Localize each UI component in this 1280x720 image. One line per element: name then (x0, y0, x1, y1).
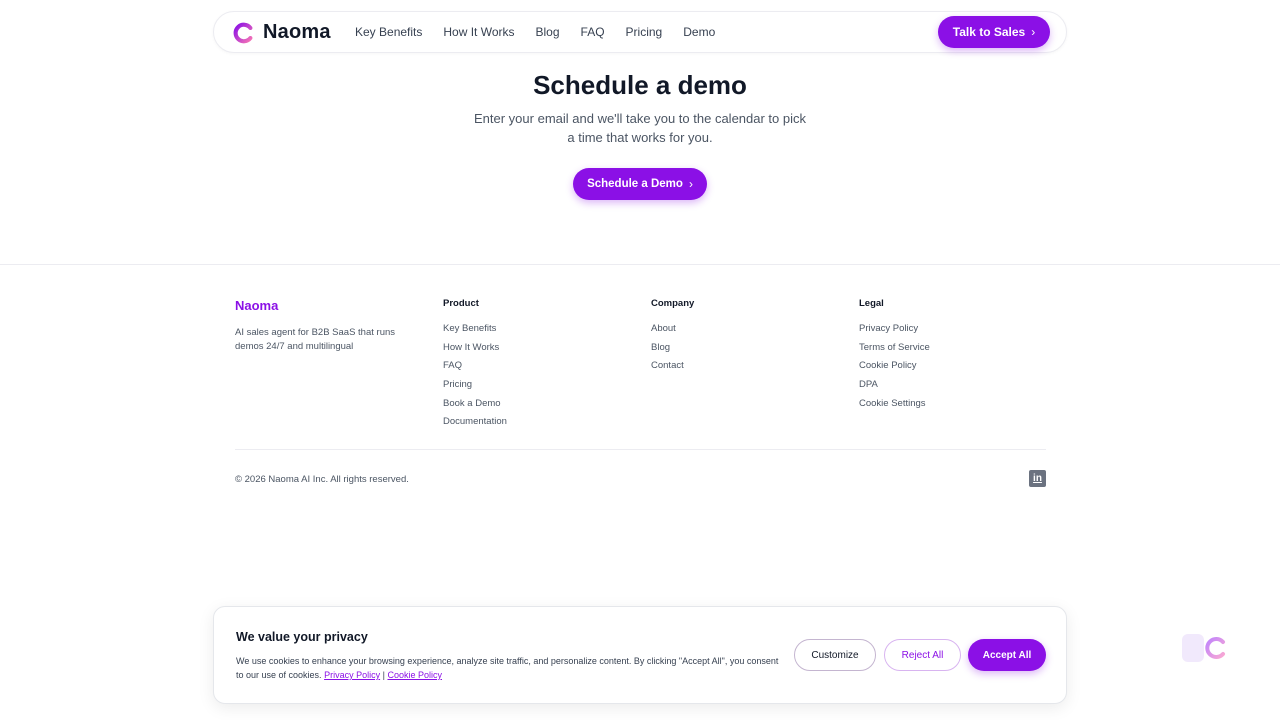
footer-column-product: Product Key Benefits How It Works FAQ Pr… (443, 298, 507, 434)
brand-name: Naoma (263, 21, 331, 43)
nav-key-benefits[interactable]: Key Benefits (355, 25, 422, 39)
linkedin-icon[interactable]: in (1029, 470, 1046, 487)
copyright-text: © 2026 Naoma AI Inc. All rights reserved… (235, 474, 409, 485)
nav-faq[interactable]: FAQ (581, 25, 605, 39)
linkedin-glyph: in (1033, 473, 1042, 484)
footer-link-key-benefits[interactable]: Key Benefits (443, 322, 507, 341)
footer-link-book-demo[interactable]: Book a Demo (443, 397, 507, 416)
chevron-right-icon: › (1031, 25, 1036, 39)
footer-link-pricing[interactable]: Pricing (443, 378, 507, 397)
footer-separator (235, 449, 1046, 450)
customize-button[interactable]: Customize (794, 639, 876, 671)
cookie-banner-text: We use cookies to enhance your browsing … (236, 654, 781, 682)
footer-link-faq[interactable]: FAQ (443, 359, 507, 378)
brand-logo[interactable]: Naoma (233, 21, 331, 44)
link-separator: | (382, 670, 385, 680)
footer-description: AI sales agent for B2B SaaS that runs de… (235, 327, 396, 352)
footer-column-title: Legal (859, 298, 884, 309)
page-title: Schedule a demo (533, 70, 747, 100)
footer-brand: Naoma (235, 298, 279, 313)
footer-link-privacy-policy[interactable]: Privacy Policy (859, 322, 930, 341)
footer-link-cookie-policy[interactable]: Cookie Policy (859, 359, 930, 378)
nav-demo[interactable]: Demo (683, 25, 715, 39)
footer-column-company: Company About Blog Contact (651, 298, 694, 378)
accept-all-button[interactable]: Accept All (968, 639, 1046, 671)
footer-link-dpa[interactable]: DPA (859, 378, 930, 397)
footer-column-title: Product (443, 298, 479, 309)
schedule-demo-label: Schedule a Demo (587, 178, 683, 190)
footer-link-how-it-works[interactable]: How It Works (443, 341, 507, 360)
nav-blog[interactable]: Blog (536, 25, 560, 39)
talk-to-sales-button[interactable]: Talk to Sales › (938, 16, 1050, 48)
footer-link-blog[interactable]: Blog (651, 341, 694, 360)
page-subtitle: Enter your email and we'll take you to t… (474, 111, 806, 145)
footer-divider (0, 264, 1280, 265)
footer-link-about[interactable]: About (651, 322, 694, 341)
naoma-logo-icon (233, 22, 253, 43)
nav-pricing[interactable]: Pricing (626, 25, 663, 39)
footer-link-documentation[interactable]: Documentation (443, 415, 507, 434)
cookie-banner-title: We value your privacy (236, 630, 368, 644)
reject-all-button[interactable]: Reject All (884, 639, 961, 671)
chevron-right-icon: › (688, 177, 693, 191)
chat-widget-icon[interactable] (1182, 632, 1228, 664)
schedule-demo-button[interactable]: Schedule a Demo › (573, 168, 707, 200)
footer-link-contact[interactable]: Contact (651, 359, 694, 378)
cookie-consent-banner: We value your privacy We use cookies to … (213, 606, 1067, 704)
footer-column-legal: Legal Privacy Policy Terms of Service Co… (859, 298, 930, 415)
top-navbar: Naoma Key Benefits How It Works Blog FAQ… (213, 11, 1067, 53)
footer-column-title: Company (651, 298, 695, 309)
footer-link-terms-of-service[interactable]: Terms of Service (859, 341, 930, 360)
cookie-policy-link[interactable]: Cookie Policy (387, 670, 442, 680)
nav-how-it-works[interactable]: How It Works (443, 25, 514, 39)
cookie-banner-body: We use cookies to enhance your browsing … (236, 656, 779, 680)
main-nav: Key Benefits How It Works Blog FAQ Prici… (355, 25, 736, 39)
footer-link-cookie-settings[interactable]: Cookie Settings (859, 397, 930, 416)
talk-to-sales-label: Talk to Sales (952, 25, 1026, 39)
privacy-policy-link[interactable]: Privacy Policy (324, 670, 380, 680)
